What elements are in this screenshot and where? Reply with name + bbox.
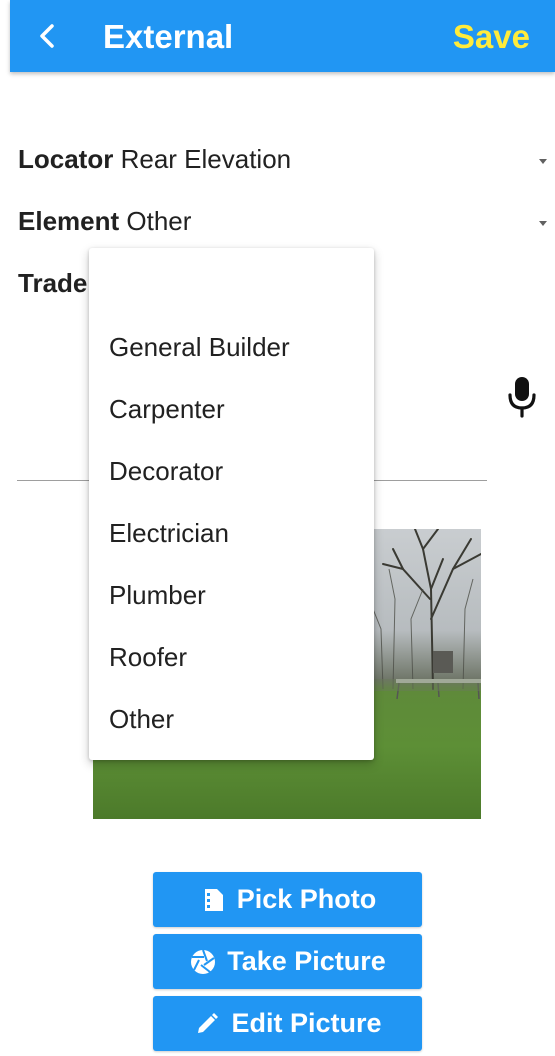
menu-item-general-builder[interactable]: General Builder — [89, 316, 374, 378]
menu-item-other[interactable]: Other — [89, 688, 374, 750]
microphone-icon — [508, 377, 536, 418]
element-value: Other — [126, 206, 192, 236]
menu-item-plumber[interactable]: Plumber — [89, 564, 374, 626]
back-button[interactable] — [22, 0, 72, 72]
element-dropdown[interactable]: Element Other — [18, 206, 555, 246]
film-icon — [199, 886, 227, 914]
chevron-left-icon — [40, 24, 54, 48]
menu-item-carpenter[interactable]: Carpenter — [89, 378, 374, 440]
pick-photo-button[interactable]: Pick Photo — [153, 872, 422, 927]
save-button[interactable]: Save — [453, 18, 530, 56]
take-picture-label: Take Picture — [227, 946, 386, 976]
dropdown-arrow-icon — [539, 159, 547, 164]
app-bar: External Save — [10, 0, 555, 72]
pencil-icon — [193, 1010, 221, 1038]
element-label: Element Other — [18, 206, 191, 237]
edit-picture-button[interactable]: Edit Picture — [153, 996, 422, 1051]
pick-photo-label: Pick Photo — [236, 884, 377, 914]
locator-dropdown[interactable]: Locator Rear Elevation — [18, 144, 555, 184]
locator-label: Locator Rear Elevation — [18, 144, 291, 175]
menu-item-electrician[interactable]: Electrician — [89, 502, 374, 564]
camera-shutter-icon — [189, 948, 217, 976]
trade-menu: General Builder Carpenter Decorator Elec… — [89, 248, 374, 760]
element-label-text: Element — [18, 206, 120, 236]
edit-picture-label: Edit Picture — [231, 1008, 382, 1038]
menu-item-roofer[interactable]: Roofer — [89, 626, 374, 688]
locator-label-text: Locator — [18, 144, 114, 174]
menu-item-decorator[interactable]: Decorator — [89, 440, 374, 502]
dictation-button[interactable] — [505, 375, 539, 419]
page-title: External — [103, 18, 234, 55]
dropdown-arrow-icon — [539, 221, 547, 226]
take-picture-button[interactable]: Take Picture — [153, 934, 422, 989]
locator-value: Rear Elevation — [120, 144, 292, 174]
trade-label: Trade — [18, 268, 88, 298]
